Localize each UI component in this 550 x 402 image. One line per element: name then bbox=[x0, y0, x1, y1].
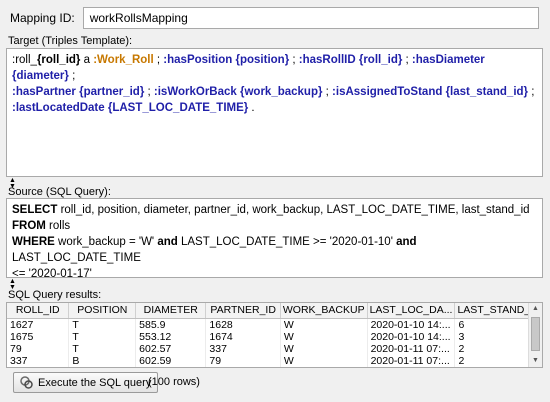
scroll-up-arrow-icon[interactable]: ▲ bbox=[529, 303, 542, 315]
code-token: SELECT bbox=[12, 204, 58, 216]
code-token: :hasRollID bbox=[298, 54, 356, 66]
code-token: rolls bbox=[45, 220, 71, 232]
sql-query-editor[interactable]: SELECT roll_id, position, diameter, part… bbox=[6, 198, 543, 280]
table-cell: 2020-01-10 14:... bbox=[367, 318, 456, 331]
results-table-container[interactable]: ROLL_ID POSITION DIAMETER PARTNER_ID WORK_BA… bbox=[6, 302, 543, 368]
code-token: FROM bbox=[12, 220, 46, 232]
table-cell: T bbox=[68, 330, 137, 343]
code-token: . bbox=[248, 102, 255, 114]
table-cell: W bbox=[280, 318, 368, 331]
column-header[interactable]: POSITION bbox=[68, 303, 137, 319]
table-cell: 1674 bbox=[205, 330, 281, 343]
source-label: Source (SQL Query): bbox=[8, 186, 111, 198]
mapping-id-field[interactable]: workRollsMapping bbox=[82, 7, 539, 29]
table-cell: 2020-01-10 14:... bbox=[367, 330, 456, 343]
code-token: :roll_ bbox=[12, 54, 37, 66]
table-row[interactable]: 1627 T 585.9 1628 W 2020-01-10 14:... 6 bbox=[7, 318, 542, 331]
mapping-id-label: Mapping ID: bbox=[10, 11, 75, 25]
execute-sql-button[interactable]: Execute the SQL query bbox=[13, 372, 159, 393]
code-token: ; bbox=[322, 86, 333, 98]
table-cell: B bbox=[68, 354, 137, 367]
code-token: ; bbox=[144, 86, 154, 98]
table-cell: 2020-01-11 07:... bbox=[367, 354, 456, 367]
code-token: :isWorkOrBack bbox=[153, 86, 237, 98]
column-header[interactable]: ROLL_ID bbox=[7, 303, 70, 319]
code-token: ; bbox=[289, 54, 299, 66]
table-cell: 79 bbox=[205, 354, 281, 367]
code-token: and bbox=[157, 236, 178, 248]
code-token: ; bbox=[528, 86, 535, 98]
table-cell: T bbox=[68, 318, 137, 331]
code-token: ; bbox=[68, 70, 76, 82]
column-header[interactable]: LAST_LOC_DA... bbox=[367, 303, 456, 319]
table-cell: 79 bbox=[7, 342, 70, 355]
table-cell: 1628 bbox=[205, 318, 281, 331]
results-table: ROLL_ID POSITION DIAMETER PARTNER_ID WORK_BA… bbox=[7, 303, 542, 367]
code-token: {roll_id} bbox=[36, 54, 81, 66]
code-token: work_backup = 'W' bbox=[54, 236, 158, 248]
table-cell: W bbox=[280, 354, 368, 367]
table-cell: 337 bbox=[7, 354, 70, 367]
table-cell: 337 bbox=[205, 342, 281, 355]
mapping-id-row: Mapping ID: workRollsMapping bbox=[6, 7, 539, 29]
code-token: :hasPartner bbox=[12, 86, 76, 98]
scroll-thumb[interactable] bbox=[531, 317, 540, 351]
code-token: ; bbox=[153, 54, 164, 66]
code-token: {diameter} bbox=[12, 70, 69, 82]
target-template-editor[interactable]: :roll_{roll_id} a :Work_Roll ; :hasPosit… bbox=[6, 48, 543, 177]
code-token: a bbox=[80, 54, 94, 66]
table-cell: 585.9 bbox=[135, 318, 207, 331]
code-token: :hasDiameter bbox=[411, 54, 485, 66]
table-cell: 602.59 bbox=[135, 354, 207, 367]
row-count-text: (100 rows) bbox=[148, 376, 200, 388]
scroll-down-arrow-icon[interactable]: ▼ bbox=[529, 355, 542, 367]
results-scrollbar[interactable]: ▲ ▼ bbox=[528, 303, 542, 367]
code-token: :isAssignedToStand bbox=[332, 86, 443, 98]
table-cell: W bbox=[280, 342, 368, 355]
table-cell: 1675 bbox=[7, 330, 70, 343]
column-header[interactable]: PARTNER_ID bbox=[205, 303, 281, 319]
execute-sql-label: Execute the SQL query bbox=[38, 376, 152, 389]
table-cell: 2020-01-11 07:... bbox=[367, 342, 456, 355]
table-row[interactable]: 1675 T 553.12 1674 W 2020-01-10 14:... 3 bbox=[7, 330, 542, 343]
table-row[interactable]: 79 T 602.57 337 W 2020-01-11 07:... 2 bbox=[7, 342, 542, 355]
code-token: {position} bbox=[235, 54, 290, 66]
table-cell: 602.57 bbox=[135, 342, 207, 355]
table-cell: T bbox=[68, 342, 137, 355]
execute-query-icon bbox=[20, 376, 33, 389]
code-token: LAST_LOC_DATE_TIME >= '2020-01-10' bbox=[177, 236, 397, 248]
code-token: {work_backup} bbox=[240, 86, 323, 98]
code-token: :Work_Roll bbox=[93, 54, 154, 66]
table-row[interactable]: 337 B 602.59 79 W 2020-01-11 07:... 2 bbox=[7, 354, 542, 367]
table-cell: W bbox=[280, 330, 368, 343]
code-token: {last_stand_id} bbox=[445, 86, 529, 98]
code-token: {roll_id} bbox=[358, 54, 403, 66]
code-token: WHERE bbox=[12, 236, 55, 248]
table-cell: 1627 bbox=[7, 318, 70, 331]
code-token: {LAST_LOC_DATE_TIME} bbox=[107, 102, 249, 114]
target-label: Target (Triples Template): bbox=[8, 35, 133, 47]
code-token: and bbox=[396, 236, 417, 248]
code-token: ; bbox=[402, 54, 412, 66]
results-label: SQL Query results: bbox=[8, 289, 102, 301]
column-header[interactable]: DIAMETER bbox=[135, 303, 207, 319]
table-cell: 553.12 bbox=[135, 330, 207, 343]
code-token: :hasPosition bbox=[163, 54, 233, 66]
code-token: roll_id, position, diameter, partner_id,… bbox=[57, 204, 530, 216]
code-token: :lastLocatedDate bbox=[12, 102, 105, 114]
column-header[interactable]: WORK_BACKUP bbox=[280, 303, 368, 319]
code-token: {partner_id} bbox=[79, 86, 145, 98]
code-token: LAST_LOC_DATE_TIME bbox=[12, 252, 141, 264]
code-token: <= '2020-01-17' bbox=[12, 268, 92, 280]
